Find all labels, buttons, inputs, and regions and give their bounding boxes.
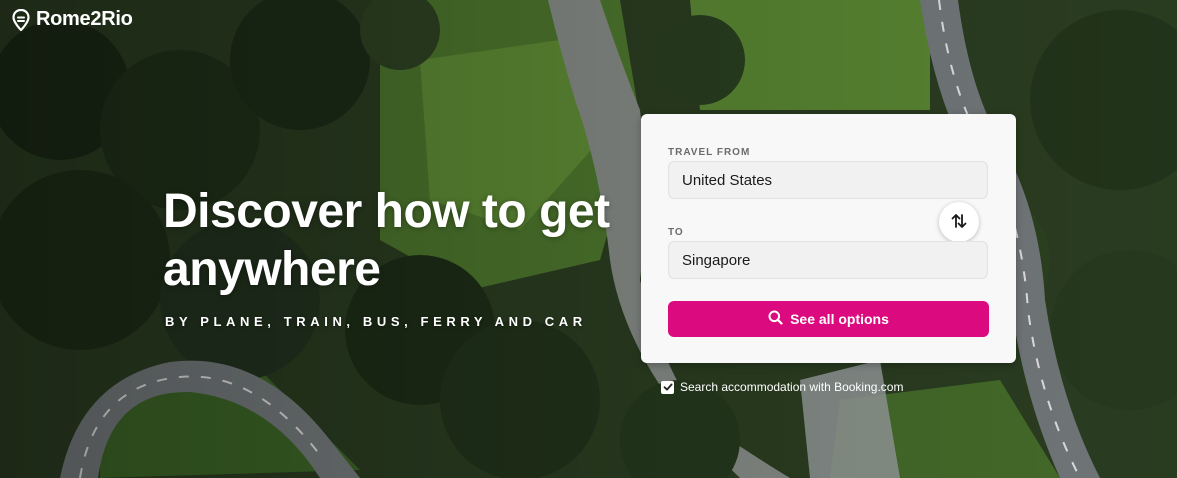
rome2rio-logo[interactable]: Rome2Rio bbox=[12, 8, 133, 32]
swap-locations-button[interactable] bbox=[939, 202, 979, 242]
see-all-options-label: See all options bbox=[790, 311, 889, 327]
search-icon bbox=[768, 310, 783, 328]
search-card: TRAVEL FROM TO See all options bbox=[641, 114, 1016, 363]
accommodation-option[interactable]: Search accommodation with Booking.com bbox=[661, 380, 903, 394]
accommodation-label: Search accommodation with Booking.com bbox=[680, 380, 904, 394]
travel-from-input[interactable] bbox=[668, 161, 988, 199]
hero-tagline: BY PLANE, TRAIN, BUS, FERRY AND CAR bbox=[165, 314, 587, 329]
travel-to-label: TO bbox=[668, 227, 684, 238]
travel-from-label: TRAVEL FROM bbox=[668, 147, 751, 158]
location-pin-icon bbox=[12, 8, 30, 32]
hero-section: Rome2Rio Discover how to get anywhere BY… bbox=[0, 0, 1177, 478]
checkmark-icon bbox=[663, 383, 672, 391]
brand-name: Rome2Rio bbox=[36, 8, 133, 30]
see-all-options-button[interactable]: See all options bbox=[668, 301, 989, 337]
accommodation-checkbox[interactable] bbox=[661, 380, 674, 394]
travel-to-input[interactable] bbox=[668, 241, 988, 279]
swap-vertical-icon bbox=[950, 212, 968, 233]
hero-headline: Discover how to get anywhere bbox=[163, 185, 610, 296]
